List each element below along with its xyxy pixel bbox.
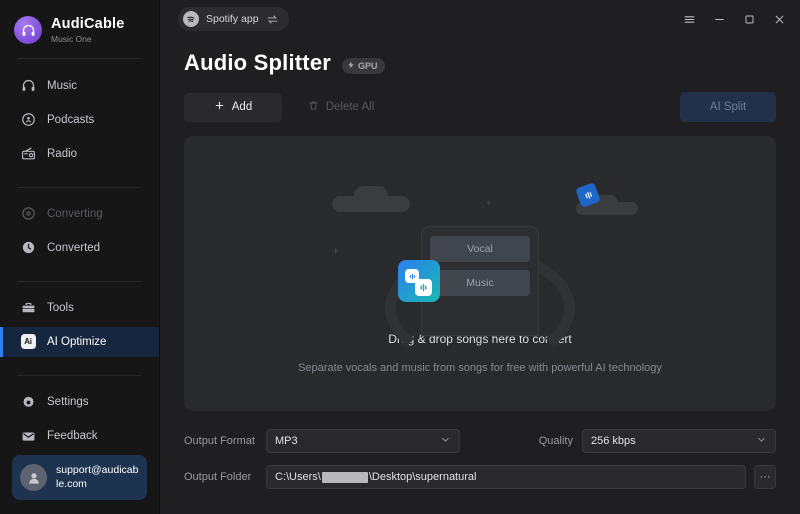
lightning-bolt-icon (347, 60, 355, 72)
chip-vocal: Vocal (430, 236, 530, 262)
gpu-badge: GPU (342, 58, 385, 74)
user-avatar-icon (20, 464, 47, 491)
browse-folder-label: ··· (759, 471, 771, 483)
delete-all-label: Delete All (325, 101, 375, 113)
sidebar-item-ai-optimize[interactable]: Ai AI Optimize (0, 326, 159, 357)
output-settings: Output Format MP3 Quality 256 kbps Outpu… (160, 411, 800, 489)
quality-select[interactable]: 256 kbps (582, 429, 776, 453)
clock-icon (20, 240, 36, 256)
headphones-icon (14, 16, 42, 45)
sparkle-decoration-icon: ✦ (485, 198, 493, 208)
browse-folder-button[interactable]: ··· (754, 465, 776, 489)
sidebar-item-feedback[interactable]: Feedback (0, 421, 159, 451)
sidebar-item-label: Settings (47, 396, 89, 408)
chip-music-label: Music (466, 277, 494, 289)
plus-decoration-icon: + (332, 243, 340, 258)
nav-group-conversion: Converting Converted (0, 195, 159, 267)
chip-music: Music (430, 270, 530, 296)
quality-label: Quality (538, 435, 573, 447)
sidebar-item-converting[interactable]: Converting (0, 199, 159, 229)
gradient-app-card (398, 260, 440, 302)
minimize-icon[interactable] (704, 4, 734, 34)
brand-header: AudiCable Music One (0, 0, 159, 45)
output-folder-label: Output Folder (184, 471, 252, 483)
ai-badge-icon: Ai (20, 334, 36, 350)
sidebar-item-label: Converting (47, 207, 103, 220)
output-folder-prefix: C:\Users\ (275, 471, 321, 483)
trash-icon (308, 100, 319, 114)
nav-group-system: Settings Feedback (0, 383, 159, 455)
sidebar-item-label: Feedback (47, 430, 98, 442)
sidebar-item-label: AI Optimize (47, 335, 107, 348)
waveform-icon (415, 279, 432, 296)
spotify-icon (183, 11, 199, 27)
plus-icon (214, 100, 225, 114)
podcast-icon (20, 112, 36, 128)
chevron-down-icon (756, 434, 767, 448)
headphones-icon (20, 78, 36, 94)
delete-all-button: Delete All (292, 93, 390, 122)
action-toolbar: Add Delete All AI Split (160, 76, 800, 122)
sidebar-item-converted[interactable]: Converted (0, 233, 159, 263)
title-bar: Spotify app (160, 0, 800, 38)
hamburger-menu-icon[interactable] (674, 4, 704, 34)
swap-arrows-icon[interactable] (266, 13, 279, 26)
chip-vocal-label: Vocal (467, 243, 493, 255)
user-email: support@audicable.com (56, 464, 139, 490)
envelope-icon (20, 428, 36, 444)
sidebar-item-music[interactable]: Music (0, 71, 159, 101)
drop-illustration: + ✦ Vocal Music (310, 168, 650, 368)
sidebar-item-label: Podcasts (47, 113, 95, 126)
page-title: Audio Splitter (184, 50, 332, 75)
ai-split-label: AI Split (709, 101, 747, 113)
chevron-down-icon (440, 434, 451, 448)
radio-icon (20, 146, 36, 162)
maximize-icon[interactable] (734, 4, 764, 34)
sync-icon (20, 206, 36, 222)
sidebar-item-label: Radio (47, 147, 78, 160)
page-header: Audio Splitter GPU (160, 38, 800, 76)
main-content: Spotify app Audio Splitter GPU Add Delet… (160, 0, 800, 514)
source-app-label: Spotify app (206, 13, 259, 25)
sidebar-item-settings[interactable]: Settings (0, 387, 159, 417)
sidebar: AudiCable Music One Music Podcasts Radio… (0, 0, 160, 514)
nav-group-tools: Tools Ai AI Optimize (0, 289, 159, 361)
output-folder-suffix: \Desktop\supernatural (368, 471, 477, 483)
drop-zone[interactable]: + ✦ Vocal Music Drag & drop songs here t… (184, 136, 776, 411)
brand-name: AudiCable (51, 16, 125, 32)
output-format-label: Output Format (184, 435, 255, 447)
user-account-card[interactable]: support@audicable.com (12, 455, 147, 500)
sidebar-item-label: Music (47, 79, 78, 92)
sidebar-item-tools[interactable]: Tools (0, 293, 159, 323)
sidebar-item-label: Tools (47, 301, 74, 314)
format-quality-row: Output Format MP3 Quality 256 kbps (184, 429, 776, 453)
sidebar-item-podcasts[interactable]: Podcasts (0, 105, 159, 135)
sidebar-item-radio[interactable]: Radio (0, 139, 159, 169)
output-format-value: MP3 (275, 435, 298, 447)
cloud-shape (354, 186, 388, 206)
nav-group-library: Music Podcasts Radio (0, 67, 159, 173)
toolbox-icon (20, 300, 36, 316)
window-controls (674, 4, 794, 34)
brand-subtitle: Music One (51, 33, 92, 44)
sidebar-item-label: Converted (47, 241, 101, 254)
close-icon[interactable] (764, 4, 794, 34)
output-folder-input[interactable]: C:\Users\ \Desktop\supernatural (266, 465, 746, 489)
ai-split-button: AI Split (680, 92, 776, 122)
gear-icon (20, 394, 36, 410)
gpu-badge-label: GPU (358, 61, 378, 71)
redacted-username (321, 471, 368, 483)
app-window: AudiCable Music One Music Podcasts Radio… (0, 0, 800, 514)
output-format-select[interactable]: MP3 (266, 429, 460, 453)
quality-value: 256 kbps (591, 435, 636, 447)
output-folder-row: Output Folder C:\Users\ \Desktop\supernat… (184, 465, 776, 489)
add-button-label: Add (231, 101, 253, 113)
source-app-selector[interactable]: Spotify app (178, 7, 289, 31)
add-button[interactable]: Add (184, 92, 282, 122)
